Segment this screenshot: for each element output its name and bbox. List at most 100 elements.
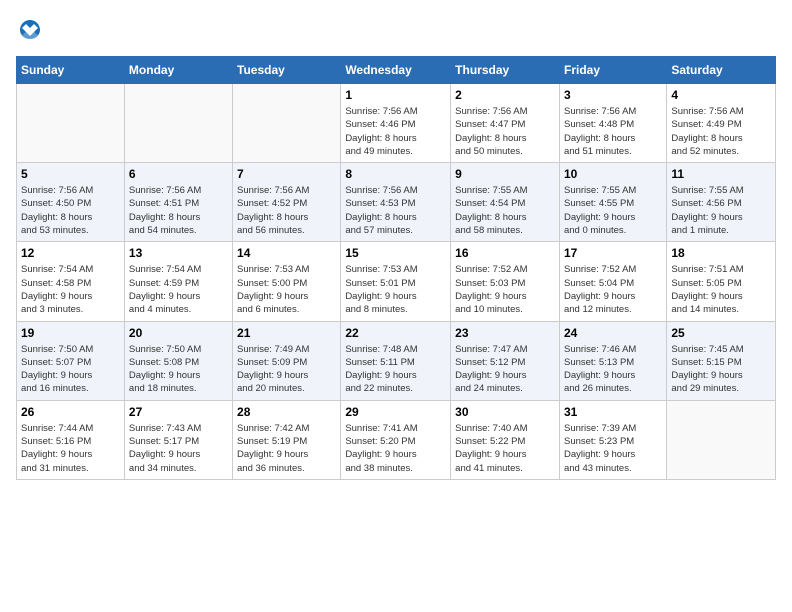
day-number: 27 <box>129 405 228 419</box>
day-info: Sunrise: 7:56 AM Sunset: 4:51 PM Dayligh… <box>129 184 228 237</box>
day-cell: 22Sunrise: 7:48 AM Sunset: 5:11 PM Dayli… <box>341 321 451 400</box>
day-number: 9 <box>455 167 555 181</box>
day-number: 2 <box>455 88 555 102</box>
day-info: Sunrise: 7:45 AM Sunset: 5:15 PM Dayligh… <box>671 343 771 396</box>
day-cell: 10 Sunrise: 7:55 AM Sunset: 4:55 PM Dayli… <box>559 163 666 242</box>
day-number: 12 <box>21 246 120 260</box>
week-row-2: 5 Sunrise: 7:56 AM Sunset: 4:50 PM Daylig… <box>17 163 776 242</box>
day-info: Sunrise: 7:53 AM Sunset: 5:00 PM Dayligh… <box>237 263 336 316</box>
day-number: 18 <box>671 246 771 260</box>
day-number: 28 <box>237 405 336 419</box>
day-cell: 16Sunrise: 7:52 AM Sunset: 5:03 PM Dayli… <box>451 242 560 321</box>
day-number: 31 <box>564 405 662 419</box>
day-info: Sunrise: 7:56 AM Sunset: 4:53 PM Dayligh… <box>345 184 446 237</box>
day-info: Sunrise: 7:41 AM Sunset: 5:20 PM Dayligh… <box>345 422 446 475</box>
day-cell: 27 Sunrise: 7:43 AM Sunset: 5:17 PM Dayli… <box>124 400 232 479</box>
day-number: 21 <box>237 326 336 340</box>
day-cell: 30 Sunrise: 7:40 AM Sunset: 5:22 PM Dayli… <box>451 400 560 479</box>
day-number: 25 <box>671 326 771 340</box>
day-cell: 3 Sunrise: 7:56 AM Sunset: 4:48 PM Daylig… <box>559 84 666 163</box>
day-info: Sunrise: 7:54 AM Sunset: 4:58 PM Dayligh… <box>21 263 120 316</box>
day-info: Sunrise: 7:46 AM Sunset: 5:13 PM Dayligh… <box>564 343 662 396</box>
day-number: 24 <box>564 326 662 340</box>
column-header-tuesday: Tuesday <box>233 57 341 84</box>
day-cell: 4Sunrise: 7:56 AM Sunset: 4:49 PM Daylig… <box>667 84 776 163</box>
day-number: 15 <box>345 246 446 260</box>
day-info: Sunrise: 7:55 AM Sunset: 4:54 PM Dayligh… <box>455 184 555 237</box>
day-cell: 12 Sunrise: 7:54 AM Sunset: 4:58 PM Dayli… <box>17 242 125 321</box>
day-number: 29 <box>345 405 446 419</box>
calendar-header-row: SundayMondayTuesdayWednesdayThursdayFrid… <box>17 57 776 84</box>
day-cell <box>124 84 232 163</box>
day-info: Sunrise: 7:44 AM Sunset: 5:16 PM Dayligh… <box>21 422 120 475</box>
column-header-monday: Monday <box>124 57 232 84</box>
day-info: Sunrise: 7:49 AM Sunset: 5:09 PM Dayligh… <box>237 343 336 396</box>
day-cell: 29 Sunrise: 7:41 AM Sunset: 5:20 PM Dayli… <box>341 400 451 479</box>
day-info: Sunrise: 7:52 AM Sunset: 5:04 PM Dayligh… <box>564 263 662 316</box>
day-cell: 5 Sunrise: 7:56 AM Sunset: 4:50 PM Daylig… <box>17 163 125 242</box>
day-cell: 19Sunrise: 7:50 AM Sunset: 5:07 PM Dayli… <box>17 321 125 400</box>
day-number: 5 <box>21 167 120 181</box>
day-info: Sunrise: 7:48 AM Sunset: 5:11 PM Dayligh… <box>345 343 446 396</box>
day-info: Sunrise: 7:56 AM Sunset: 4:48 PM Dayligh… <box>564 105 662 158</box>
week-row-1: 1 Sunrise: 7:56 AM Sunset: 4:46 PM Daylig… <box>17 84 776 163</box>
column-header-wednesday: Wednesday <box>341 57 451 84</box>
day-cell: 6 Sunrise: 7:56 AM Sunset: 4:51 PM Daylig… <box>124 163 232 242</box>
day-cell: 13 Sunrise: 7:54 AM Sunset: 4:59 PM Dayli… <box>124 242 232 321</box>
day-cell: 26 Sunrise: 7:44 AM Sunset: 5:16 PM Dayli… <box>17 400 125 479</box>
day-cell: 18 Sunrise: 7:51 AM Sunset: 5:05 PM Dayli… <box>667 242 776 321</box>
day-cell: 1 Sunrise: 7:56 AM Sunset: 4:46 PM Daylig… <box>341 84 451 163</box>
day-cell: 23Sunrise: 7:47 AM Sunset: 5:12 PM Dayli… <box>451 321 560 400</box>
day-cell: 25 Sunrise: 7:45 AM Sunset: 5:15 PM Dayli… <box>667 321 776 400</box>
day-info: Sunrise: 7:56 AM Sunset: 4:46 PM Dayligh… <box>345 105 446 158</box>
day-info: Sunrise: 7:52 AM Sunset: 5:03 PM Dayligh… <box>455 263 555 316</box>
day-info: Sunrise: 7:56 AM Sunset: 4:52 PM Dayligh… <box>237 184 336 237</box>
day-number: 1 <box>345 88 446 102</box>
day-number: 10 <box>564 167 662 181</box>
day-cell: 17 Sunrise: 7:52 AM Sunset: 5:04 PM Dayli… <box>559 242 666 321</box>
day-cell: 28 Sunrise: 7:42 AM Sunset: 5:19 PM Dayli… <box>233 400 341 479</box>
day-cell: 20 Sunrise: 7:50 AM Sunset: 5:08 PM Dayli… <box>124 321 232 400</box>
day-cell <box>233 84 341 163</box>
day-info: Sunrise: 7:50 AM Sunset: 5:08 PM Dayligh… <box>129 343 228 396</box>
day-cell <box>667 400 776 479</box>
day-number: 14 <box>237 246 336 260</box>
day-cell: 2 Sunrise: 7:56 AM Sunset: 4:47 PM Daylig… <box>451 84 560 163</box>
day-info: Sunrise: 7:42 AM Sunset: 5:19 PM Dayligh… <box>237 422 336 475</box>
column-header-thursday: Thursday <box>451 57 560 84</box>
page-header <box>16 16 776 44</box>
day-number: 17 <box>564 246 662 260</box>
day-number: 26 <box>21 405 120 419</box>
day-number: 6 <box>129 167 228 181</box>
day-info: Sunrise: 7:40 AM Sunset: 5:22 PM Dayligh… <box>455 422 555 475</box>
day-number: 8 <box>345 167 446 181</box>
day-info: Sunrise: 7:56 AM Sunset: 4:47 PM Dayligh… <box>455 105 555 158</box>
day-number: 23 <box>455 326 555 340</box>
logo-icon <box>16 16 44 44</box>
day-info: Sunrise: 7:51 AM Sunset: 5:05 PM Dayligh… <box>671 263 771 316</box>
day-info: Sunrise: 7:53 AM Sunset: 5:01 PM Dayligh… <box>345 263 446 316</box>
day-info: Sunrise: 7:43 AM Sunset: 5:17 PM Dayligh… <box>129 422 228 475</box>
day-info: Sunrise: 7:56 AM Sunset: 4:50 PM Dayligh… <box>21 184 120 237</box>
day-cell: 15 Sunrise: 7:53 AM Sunset: 5:01 PM Dayli… <box>341 242 451 321</box>
day-info: Sunrise: 7:39 AM Sunset: 5:23 PM Dayligh… <box>564 422 662 475</box>
day-cell: 7 Sunrise: 7:56 AM Sunset: 4:52 PM Daylig… <box>233 163 341 242</box>
week-row-3: 12 Sunrise: 7:54 AM Sunset: 4:58 PM Dayli… <box>17 242 776 321</box>
day-info: Sunrise: 7:56 AM Sunset: 4:49 PM Dayligh… <box>671 105 771 158</box>
day-info: Sunrise: 7:55 AM Sunset: 4:55 PM Dayligh… <box>564 184 662 237</box>
day-info: Sunrise: 7:54 AM Sunset: 4:59 PM Dayligh… <box>129 263 228 316</box>
day-number: 20 <box>129 326 228 340</box>
column-header-sunday: Sunday <box>17 57 125 84</box>
day-cell: 24 Sunrise: 7:46 AM Sunset: 5:13 PM Dayli… <box>559 321 666 400</box>
day-number: 3 <box>564 88 662 102</box>
day-info: Sunrise: 7:55 AM Sunset: 4:56 PM Dayligh… <box>671 184 771 237</box>
day-number: 13 <box>129 246 228 260</box>
day-number: 19 <box>21 326 120 340</box>
logo <box>16 16 46 44</box>
day-cell: 14 Sunrise: 7:53 AM Sunset: 5:00 PM Dayli… <box>233 242 341 321</box>
column-header-friday: Friday <box>559 57 666 84</box>
day-number: 30 <box>455 405 555 419</box>
day-number: 7 <box>237 167 336 181</box>
day-cell: 21 Sunrise: 7:49 AM Sunset: 5:09 PM Dayli… <box>233 321 341 400</box>
week-row-4: 19Sunrise: 7:50 AM Sunset: 5:07 PM Dayli… <box>17 321 776 400</box>
